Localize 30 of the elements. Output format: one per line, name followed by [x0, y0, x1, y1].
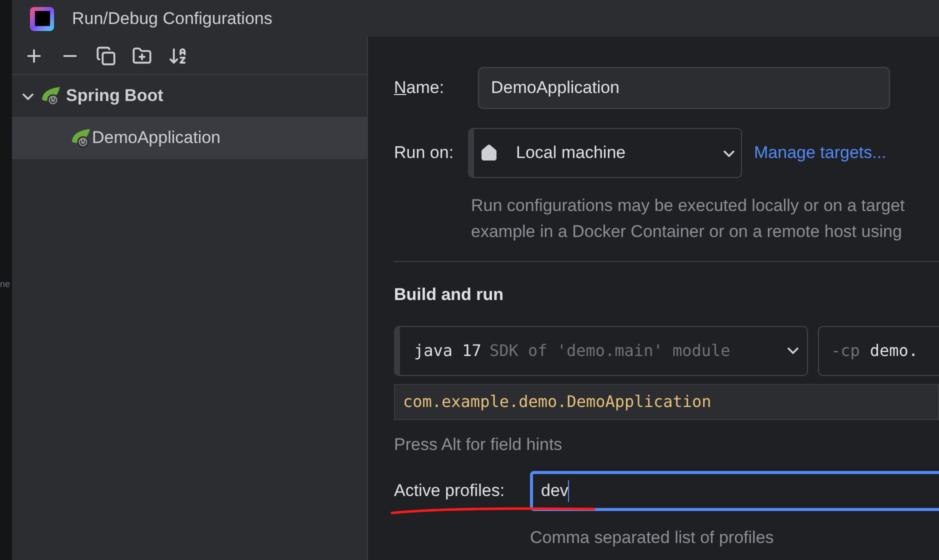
app-logo-icon: [30, 6, 54, 30]
active-profiles-field[interactable]: dev: [530, 471, 939, 511]
tree-item[interactable]: Spring Boot: [12, 75, 367, 117]
tree-item[interactable]: DemoApplication: [12, 117, 367, 159]
sort-icon[interactable]: [168, 46, 188, 66]
copy-icon[interactable]: [96, 46, 116, 66]
spring-leaf-icon: [40, 86, 62, 106]
run-on-dropdown[interactable]: Local machine: [468, 128, 742, 178]
name-label: Name:: [394, 77, 446, 100]
jdk-dropdown[interactable]: java 17 SDK of 'demo.main' module: [394, 326, 808, 376]
home-icon: [480, 144, 498, 162]
manage-targets-link[interactable]: Manage targets...: [754, 140, 886, 166]
background-text: ne: [0, 278, 10, 292]
text-cursor: [568, 480, 570, 502]
main-class-field[interactable]: com.example.demo.DemoApplication: [394, 384, 939, 420]
hint-text: Press Alt for field hints: [394, 434, 564, 456]
name-field[interactable]: DemoApplication: [478, 67, 890, 109]
spring-leaf-icon: [70, 128, 92, 148]
chevron-icon: [787, 347, 799, 354]
classpath-field[interactable]: -cp demo.: [818, 326, 939, 376]
window-title: Run/Debug Configurations: [72, 8, 272, 30]
run-on-label: Run on:: [394, 142, 455, 164]
section-title: Build and run: [394, 284, 505, 306]
active-profiles-label: Active profiles:: [394, 480, 506, 502]
help-text: Comma separated list of profiles: [530, 527, 775, 549]
chevron-icon: [723, 150, 735, 156]
description-text: Run configurations may be executed locally or on a target: [471, 195, 906, 217]
description-text: example in a Docker Container or on a remote host using: [471, 221, 903, 243]
new-folder-icon[interactable]: [132, 46, 152, 66]
chevron-icon: [22, 92, 34, 100]
